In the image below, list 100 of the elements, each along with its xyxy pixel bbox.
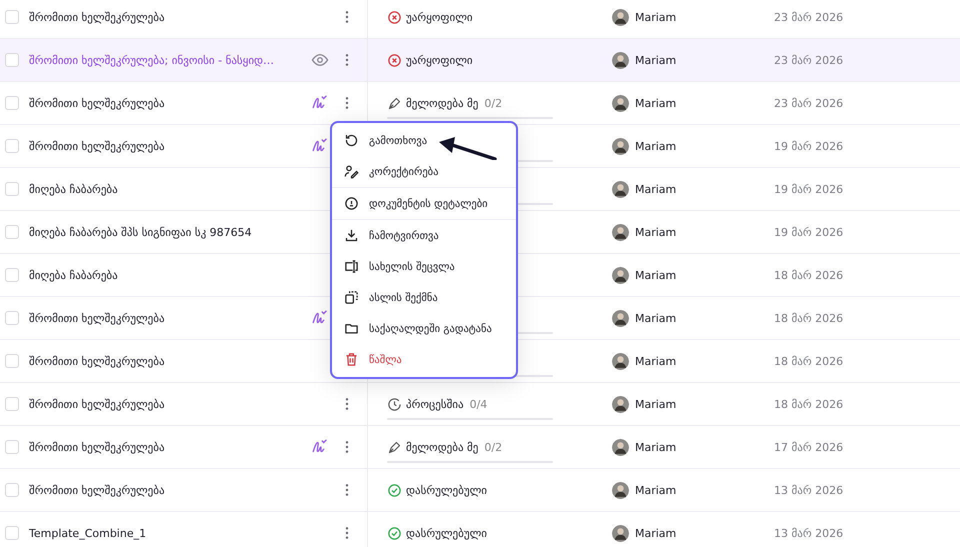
date-text: 19 მარ 2026: [774, 226, 844, 238]
date-text: 17 მარ 2026: [774, 440, 844, 454]
status-label: მელოდება მე: [406, 96, 478, 110]
document-title: Template_Combine_1: [29, 526, 148, 540]
owner-name: Mariam: [635, 354, 676, 368]
menu-item[interactable]: დოკუმენტის დეტალები: [332, 188, 516, 219]
menu-item[interactable]: გამოთხოვა: [332, 125, 516, 156]
menu-item[interactable]: საქაღალდეში გადატანა: [332, 313, 516, 344]
owner-name: Mariam: [635, 312, 676, 324]
status-label: დასრულებული: [406, 526, 487, 540]
annotation-arrow: [437, 136, 497, 160]
checkbox[interactable]: [5, 53, 19, 67]
checkbox[interactable]: [5, 440, 19, 454]
owner-name: Mariam: [635, 226, 676, 238]
info-icon: [344, 196, 359, 211]
download-icon: [344, 228, 359, 243]
document-title: მიღება ჩაბარება შპს სიგნიფაი სკ 987654: [29, 226, 253, 238]
menu-item[interactable]: ასლის შექმნა: [332, 282, 516, 313]
checkbox[interactable]: [5, 397, 19, 411]
checkbox[interactable]: [5, 225, 19, 239]
owner-name: Mariam: [635, 526, 676, 540]
check-circle-icon: [387, 482, 402, 498]
status-label: პროცესშია: [406, 398, 464, 410]
document-title: შრომითი ხელშეკრულება: [29, 10, 166, 24]
document-title: შრომითი ხელშეკრულება: [29, 354, 166, 368]
copy-icon: [344, 290, 359, 305]
folder-icon: [344, 321, 359, 336]
checkbox[interactable]: [5, 354, 19, 368]
owner-name: Mariam: [635, 10, 676, 24]
status-label: უარყოფილი: [406, 54, 473, 66]
checkbox[interactable]: [5, 268, 19, 282]
table-row[interactable]: Template_Combine_1 დასრულებული Mariam 13 მარ 2026: [0, 512, 960, 547]
status-count: 0/2: [484, 440, 502, 454]
pen-icon: [387, 440, 402, 454]
status-label: უარყოფილი: [406, 10, 473, 24]
avatar: [612, 138, 629, 154]
date-text: 18 მარ 2026: [774, 398, 844, 410]
avatar: [612, 94, 629, 112]
avatar: [612, 310, 629, 326]
document-title: მიღება ჩაბარება: [29, 182, 119, 196]
avatar: [612, 266, 629, 284]
document-title: შრომითი ხელშეკრულება: [29, 312, 166, 324]
document-title: შრომითი ხელშეკრულება: [29, 96, 166, 110]
checkbox[interactable]: [5, 483, 19, 497]
eye-icon[interactable]: [311, 51, 329, 69]
date-text: 18 მარ 2026: [774, 312, 844, 324]
table-row[interactable]: შრომითი ხელშეკრულება დასრულებული Mariam 13 მარ 2026: [0, 469, 960, 512]
x-circle-icon: [387, 52, 402, 68]
date-text: 19 მარ 2026: [774, 182, 844, 196]
checkbox[interactable]: [5, 182, 19, 196]
avatar: [612, 524, 629, 542]
document-title: შრომითი ხელშეკრულება: [29, 484, 166, 496]
avatar: [612, 482, 629, 498]
document-title: შრომითი ხელშეკრულება: [29, 398, 166, 410]
x-circle-icon: [387, 10, 402, 24]
owner-name: Mariam: [635, 484, 676, 496]
avatar: [612, 352, 629, 370]
undo-icon: [344, 133, 359, 148]
owner-name: Mariam: [635, 140, 676, 152]
person-pen-icon: [344, 164, 359, 179]
avatar: [612, 8, 629, 26]
date-text: 18 მარ 2026: [774, 354, 844, 368]
menu-item[interactable]: წაშლა: [332, 344, 516, 375]
owner-name: Mariam: [635, 96, 676, 110]
owner-name: Mariam: [635, 440, 676, 454]
document-title: შრომითი ხელშეკრულება: [29, 140, 166, 152]
checkbox[interactable]: [5, 139, 19, 153]
status-count: 0/4: [470, 398, 488, 410]
table-row[interactable]: შრომითი ხელშეკრულება მელოდება მე 0/2 Mariam 17 მარ 2026: [0, 426, 960, 469]
text-cursor-icon: [344, 259, 359, 274]
menu-item[interactable]: ჩამოტვირთვა: [332, 220, 516, 251]
table-row[interactable]: შრომითი ხელშეკრულება; ინვოისი - ნასყიდ… უარყოფილი Mariam 23 მარ 2026: [0, 39, 960, 82]
avatar: [612, 438, 629, 456]
trash-icon: [344, 352, 359, 367]
checkbox[interactable]: [5, 10, 19, 24]
check-circle-icon: [387, 526, 402, 540]
menu-item[interactable]: კორექტირება: [332, 156, 516, 187]
avatar: [612, 396, 629, 412]
status-count: 0/2: [484, 96, 502, 110]
avatar: [612, 224, 629, 240]
checkbox[interactable]: [5, 96, 19, 110]
menu-item[interactable]: სახელის შეცვლა: [332, 251, 516, 282]
owner-name: Mariam: [635, 268, 676, 282]
owner-name: Mariam: [635, 182, 676, 196]
date-text: 13 მარ 2026: [774, 526, 844, 540]
checkbox[interactable]: [5, 311, 19, 325]
date-text: 23 მარ 2026: [774, 54, 844, 66]
document-title: შრომითი ხელშეკრულება: [29, 440, 166, 454]
avatar: [612, 52, 629, 68]
document-title: შრომითი ხელშეკრულება; ინვოისი - ნასყიდ…: [29, 54, 276, 66]
owner-name: Mariam: [635, 398, 676, 410]
pen-icon: [387, 96, 402, 110]
date-text: 13 მარ 2026: [774, 484, 844, 496]
document-title: მიღება ჩაბარება: [29, 268, 119, 282]
date-text: 23 მარ 2026: [774, 96, 844, 110]
table-row[interactable]: შრომითი ხელშეკრულება პროცესშია 0/4 Mariam 18 მარ 2026: [0, 383, 960, 426]
clock-icon: [387, 396, 402, 412]
checkbox[interactable]: [5, 526, 19, 540]
owner-name: Mariam: [635, 54, 676, 66]
status-label: დასრულებული: [406, 484, 487, 496]
